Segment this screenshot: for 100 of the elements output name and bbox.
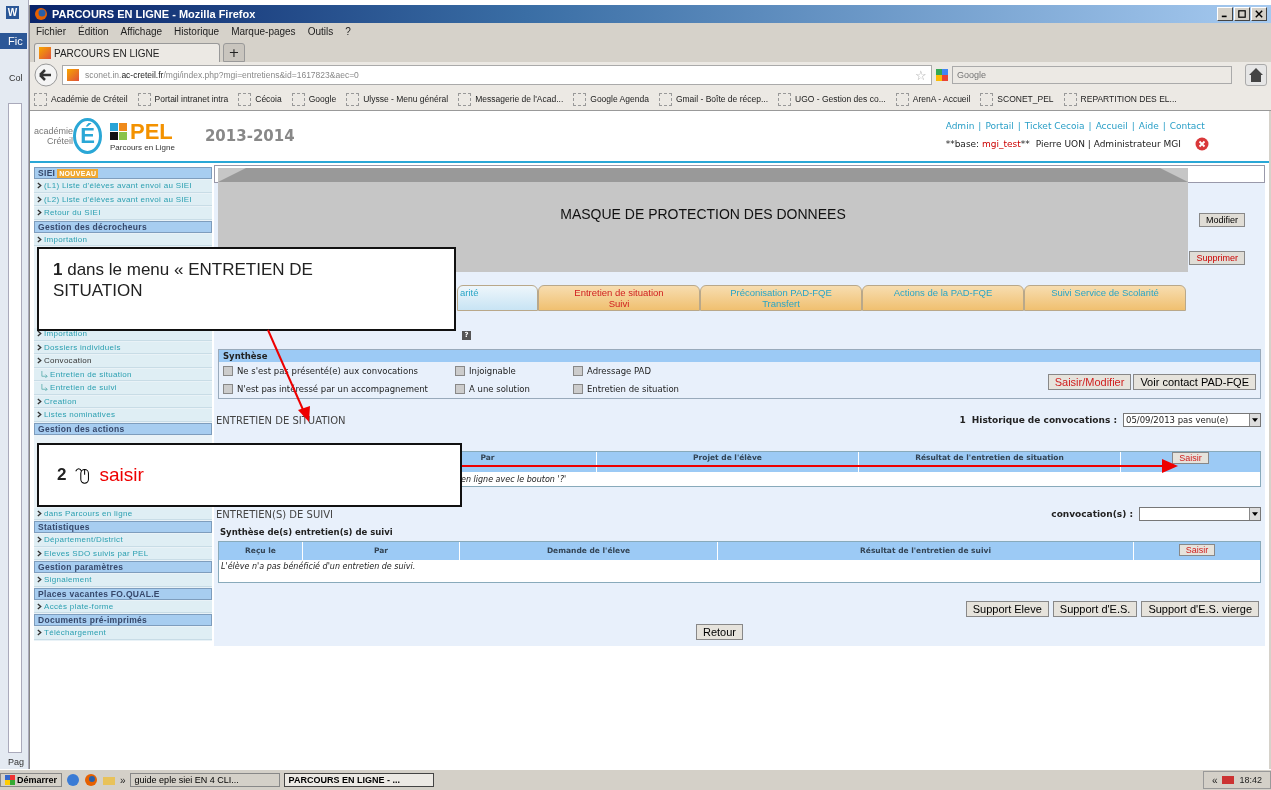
convocations-select[interactable]: [1139, 507, 1261, 521]
action-button[interactable]: Saisir/Modifier: [1047, 374, 1132, 390]
mouse-icon: [74, 465, 92, 485]
checkbox-label: Adressage PAD: [587, 366, 651, 376]
dropdown-arrow-icon: [1252, 511, 1258, 517]
history-select[interactable]: 05/09/2013 pas venu(e): [1123, 413, 1261, 427]
bookmark-item[interactable]: Portail intranet intra: [137, 92, 229, 106]
action-button[interactable]: Voir contact PAD-FQE: [1133, 374, 1256, 390]
sub-item-icon: [41, 384, 48, 392]
checkbox[interactable]: [223, 366, 233, 376]
school-year: 2013-2014: [204, 127, 295, 145]
bookmark-item[interactable]: REPARTITION DES EL...: [1063, 92, 1177, 106]
close-icon: [1255, 10, 1263, 18]
user-info: Pierre UON | Administrateur MGI: [1035, 139, 1181, 149]
start-button[interactable]: Démarrer: [0, 773, 63, 787]
checkbox[interactable]: [223, 384, 233, 394]
menu-item[interactable]: Outils: [307, 26, 334, 37]
app-logo: PEL Parcours en Ligne: [110, 120, 175, 152]
link-separator: |: [1088, 121, 1092, 131]
chevron-icon: [37, 576, 42, 584]
checkbox[interactable]: [573, 384, 583, 394]
convocations-label: convocation(s) :: [1051, 509, 1133, 519]
link-separator: |: [978, 121, 982, 131]
record-button[interactable]: Modifier: [1199, 213, 1245, 227]
chevron-icon: [37, 509, 42, 517]
address-bar[interactable]: sconet.in.ac-creteil.fr/mgi/index.php?mgi=entretiens&id=1617823&aec=0 ☆: [62, 65, 932, 85]
word-group-label: Col: [9, 73, 23, 83]
section-title: Gestion des actions: [38, 423, 125, 434]
word-icon[interactable]: W: [6, 6, 19, 19]
new-tab-button[interactable]: +: [223, 43, 245, 62]
menu-item[interactable]: Historique: [174, 26, 220, 37]
table-title: Synthèse de(s) entretien(s) de suivi: [220, 527, 394, 537]
sub-item-icon: [41, 370, 48, 378]
section-heading: ENTRETIEN DE SITUATION: [216, 414, 346, 426]
menu-item[interactable]: Marque-pages: [231, 26, 296, 37]
word-file-tab[interactable]: Fic: [0, 33, 27, 49]
taskbar-button[interactable]: guide eple siei EN 4 CLI...: [129, 773, 280, 787]
search-engine-icon[interactable]: [936, 69, 948, 81]
bookmark-item[interactable]: Messagerie de l'Acad...: [458, 92, 564, 106]
checkbox[interactable]: [573, 366, 583, 376]
link-separator: |: [1017, 121, 1021, 131]
callout-text: 1 dans le menu « ENTRETIEN DE SITUATION: [53, 259, 314, 301]
window-title: PARCOURS EN LIGNE - Mozilla Firefox: [52, 8, 256, 20]
bookmark-item[interactable]: ArenA - Accueil: [895, 92, 971, 106]
browser-tab[interactable]: PARCOURS EN LIGNE: [34, 43, 220, 62]
menu-item[interactable]: ?: [345, 26, 351, 37]
logout-icon[interactable]: [1195, 137, 1209, 151]
chevron-icon: [37, 629, 42, 637]
support-button[interactable]: Support Eleve: [965, 601, 1049, 617]
bookmark-item[interactable]: SCONET_PEL: [980, 92, 1054, 106]
maximize-icon: [1238, 10, 1246, 18]
bookmark-item[interactable]: Google: [291, 92, 337, 106]
chevron-icon: [37, 602, 42, 610]
bookmark-item[interactable]: Cécoia: [238, 92, 282, 106]
maximize-button[interactable]: [1234, 7, 1250, 21]
support-button[interactable]: Support d'E.S. vierge: [1141, 601, 1259, 617]
back-icon[interactable]: [34, 63, 58, 87]
callout-action: saisir: [99, 464, 144, 486]
panel-header: Synthèse: [219, 350, 1260, 362]
link-separator: |: [1131, 121, 1135, 131]
menu-item[interactable]: Édition: [78, 26, 109, 37]
section-title: SIEI: [38, 168, 56, 178]
chevron-icon: [37, 235, 42, 243]
bookmark-item[interactable]: Gmail - Boîte de récep...: [658, 92, 768, 106]
dropdown-arrow-icon: [1252, 417, 1258, 423]
link-separator: |: [1162, 121, 1166, 131]
bookmark-item[interactable]: Google Agenda: [573, 92, 649, 106]
browser-icon[interactable]: [66, 773, 81, 787]
firefox-icon[interactable]: [84, 773, 99, 787]
table-cell: L'élève n'a pas bénéficié d'un entretien de suivi.: [221, 562, 416, 571]
tray-expand-button[interactable]: «: [1211, 774, 1218, 786]
support-button[interactable]: Support d'E.S.: [1052, 601, 1138, 617]
page-tab[interactable]: Entretien de situation Suivi: [538, 285, 700, 311]
search-field[interactable]: Google: [952, 66, 1232, 84]
browser-logo-icon: [34, 7, 48, 21]
record-button[interactable]: Supprimer: [1189, 251, 1245, 265]
taskbar-button[interactable]: PARCOURS EN LIGNE - ...: [283, 773, 434, 787]
clock: 18:42: [1239, 775, 1262, 785]
more-button[interactable]: »: [120, 774, 126, 786]
section-heading: ENTRETIEN(S) DE SUIVI: [216, 508, 333, 520]
checkbox[interactable]: [455, 384, 465, 394]
add-button[interactable]: Saisir: [1178, 544, 1216, 556]
checkbox[interactable]: [455, 366, 465, 376]
bookmark-item[interactable]: UGO - Gestion des co...: [778, 92, 886, 106]
section-title: Documents pré-imprimés: [38, 615, 148, 625]
minimize-button[interactable]: [1217, 7, 1233, 21]
history-label: Historique de convocations :: [971, 415, 1117, 425]
bookmark-item[interactable]: Ulysse - Menu général: [346, 92, 449, 106]
section-title: Statistiques: [38, 522, 90, 532]
section-title: Places vacantes FO.QUAL.E: [38, 588, 160, 599]
back-button[interactable]: Retour: [696, 624, 743, 640]
section-title: Gestion des décrocheurs: [38, 221, 147, 232]
bookmark-item[interactable]: Académie de Créteil: [34, 92, 128, 106]
close-button[interactable]: [1251, 7, 1267, 21]
home-icon[interactable]: [1245, 64, 1267, 86]
checkbox-label: A une solution: [469, 384, 530, 394]
add-button[interactable]: Saisir: [1172, 452, 1209, 464]
mask-title: MASQUE DE PROTECTION DES DONNEES: [560, 206, 846, 224]
menu-item[interactable]: Fichier: [36, 26, 66, 37]
menu-item[interactable]: Affichage: [120, 26, 163, 37]
